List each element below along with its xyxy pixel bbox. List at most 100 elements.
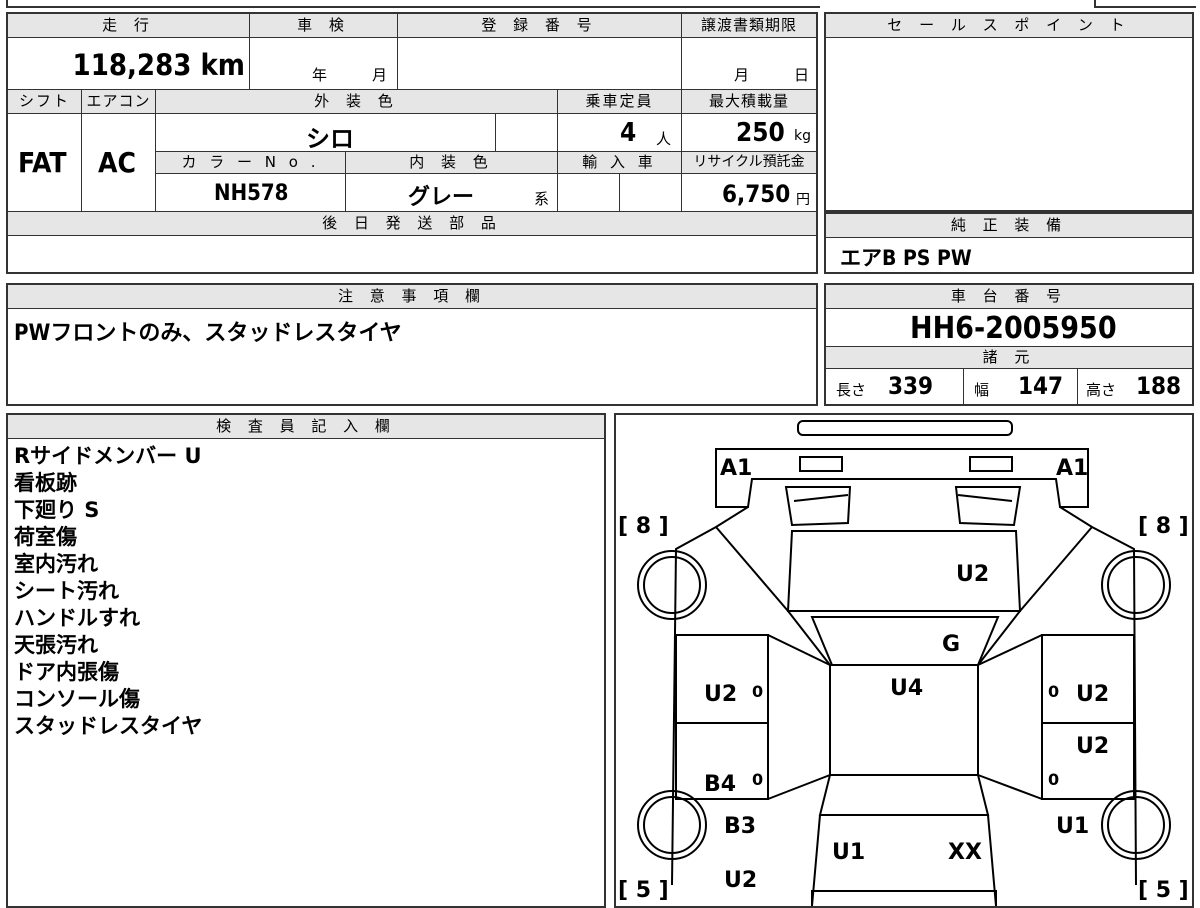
later-parts-cell (8, 236, 816, 272)
recycle-fee-unit: 円 (796, 192, 810, 208)
rear-left-corner-label: B3 (724, 814, 756, 839)
exterior-color-value: シロ (306, 125, 354, 153)
front-bumper (797, 420, 1013, 436)
genuine-equipment-header: 純 正 装 備 (826, 214, 1192, 238)
capacity-unit: 人 (656, 130, 672, 148)
a1-right-label: A1 (1056, 456, 1088, 481)
wheel-front-right-inner (1107, 556, 1165, 614)
color-no-cell: NH578 (156, 174, 346, 212)
notes-value: PWフロントのみ、スタッドレスタイヤ (14, 321, 402, 346)
exterior-color-extra (496, 114, 558, 152)
sales-point-box: セ ー ル ス ポ イ ン ト (824, 12, 1194, 212)
windshield (810, 616, 1000, 666)
tire-rr-label: [ 5 ] (1138, 878, 1189, 903)
width-label: 幅 (974, 381, 990, 399)
list-item: コンソール傷 (14, 687, 140, 711)
genuine-equipment-box: 純 正 装 備 エアB PS PW (824, 212, 1194, 274)
vehicle-diagram-box: A1 A1 [ 8 ] [ 8 ] [ 5 ] [ 5 ] U2 G U4 U2… (614, 413, 1194, 908)
color-no-header: カ ラ ー N o . (156, 152, 346, 174)
vehicle-diagram: A1 A1 [ 8 ] [ 8 ] [ 5 ] [ 5 ] U2 G U4 U2… (618, 420, 1189, 906)
list-item: 看板跡 (14, 471, 77, 495)
max-load-unit: kg (794, 128, 811, 144)
hood-label: U2 (956, 562, 989, 587)
height-value: 188 (1136, 372, 1182, 400)
max-load-header: 最大積載量 (682, 90, 816, 114)
notes-header: 注 意 事 項 欄 (8, 285, 816, 309)
roof-label: U4 (890, 676, 923, 701)
height-label: 高さ (1086, 381, 1117, 399)
notes-box: 注 意 事 項 欄 PWフロントのみ、スタッドレスタイヤ (6, 283, 818, 406)
door-front-left (675, 634, 769, 724)
max-load-value: 250 (736, 118, 785, 148)
aircon-cell: AC (82, 114, 156, 212)
rear-window (818, 774, 990, 816)
import-cell-b (620, 174, 682, 212)
door-front-right (1041, 634, 1135, 724)
wheel-front-left (637, 550, 707, 620)
exterior-color-header: 外 装 色 (156, 90, 558, 114)
zero-mark-1: 0 (752, 682, 763, 701)
recycle-fee-header: リサイクル預託金 (682, 152, 816, 174)
genuine-equipment-value: エアB PS PW (840, 246, 972, 270)
color-no-value: NH578 (214, 181, 289, 206)
registration-cell (398, 38, 682, 90)
top-partial-row (6, 0, 820, 8)
zero-mark-2: 0 (1048, 682, 1059, 701)
chassis-cell: HH6-2005950 (826, 309, 1192, 347)
capacity-value: 4 (620, 118, 637, 148)
inspection-header: 車 検 (250, 14, 398, 38)
front-panel (715, 448, 1089, 508)
door-left-trim2 (767, 774, 831, 800)
transfer-deadline-header: 譲渡書類期限 (682, 14, 816, 38)
tailgate-right-label: XX (948, 840, 982, 865)
wheel-front-left-inner (643, 556, 701, 614)
interior-color-value: グレー (408, 185, 475, 210)
inspection-month-unit: 月 (372, 66, 388, 84)
windshield-label: G (942, 632, 960, 657)
a1-left-label: A1 (720, 456, 752, 481)
recycle-fee-cell: 6,750 円 (682, 174, 816, 212)
front-light-right (969, 456, 1013, 472)
exterior-color-cell: シロ (156, 114, 496, 153)
zero-mark-4: 0 (1048, 770, 1059, 789)
rear-right-corner-label: U1 (1056, 814, 1089, 839)
inspection-year-unit: 年 (312, 66, 328, 84)
front-right-label: U2 (1076, 682, 1109, 707)
door-right-trim2 (977, 774, 1043, 800)
rear-left-label: B4 (704, 772, 736, 797)
transfer-month-unit: 月 (734, 66, 750, 84)
a-pillar-right (977, 526, 1093, 666)
list-item: 天張汚れ (14, 633, 98, 657)
max-load-cell: 250 kg (682, 114, 816, 152)
zero-mark-3: 0 (752, 770, 763, 789)
vehicle-info-table: 走 行 車 検 登 録 番 号 譲渡書類期限 118,283 km 年 月 月 … (6, 12, 818, 274)
tire-rl-label: [ 5 ] (618, 878, 669, 903)
height-cell: 高さ 188 (1078, 369, 1192, 404)
sales-point-header: セ ー ル ス ポ イ ン ト (826, 14, 1192, 38)
import-cell-a (558, 174, 620, 212)
list-item: スタッドレスタイヤ (14, 714, 203, 738)
headlamp-right (954, 486, 1022, 527)
aircon-header: エアコン (82, 90, 156, 114)
grille-left (793, 494, 849, 502)
inspector-box: 検 査 員 記 入 欄 Rサイドメンバー U 看板跡 下廻り S 荷室傷 室内汚… (6, 413, 606, 908)
list-item: ドア内張傷 (14, 660, 119, 684)
list-item: ハンドルすれ (14, 606, 140, 630)
length-value: 339 (888, 372, 934, 400)
width-cell: 幅 147 (964, 369, 1078, 404)
capacity-header: 乗車定員 (558, 90, 682, 114)
mileage-value: 118,283 km (72, 48, 245, 82)
rear-bumper (811, 890, 997, 906)
front-light-left (799, 456, 843, 472)
width-value: 147 (1018, 372, 1064, 400)
front-left-label: U2 (704, 682, 737, 707)
tire-fl-label: [ 8 ] (618, 514, 669, 539)
list-item: 室内汚れ (14, 552, 98, 576)
transfer-deadline-cell: 月 日 (682, 38, 816, 90)
transfer-day-unit: 日 (794, 66, 810, 84)
tire-fr-label: [ 8 ] (1138, 514, 1189, 539)
recycle-fee-value: 6,750 (722, 180, 791, 208)
aircon-value: AC (98, 146, 136, 179)
import-header: 輸 入 車 (558, 152, 682, 174)
mileage-header: 走 行 (8, 14, 250, 38)
